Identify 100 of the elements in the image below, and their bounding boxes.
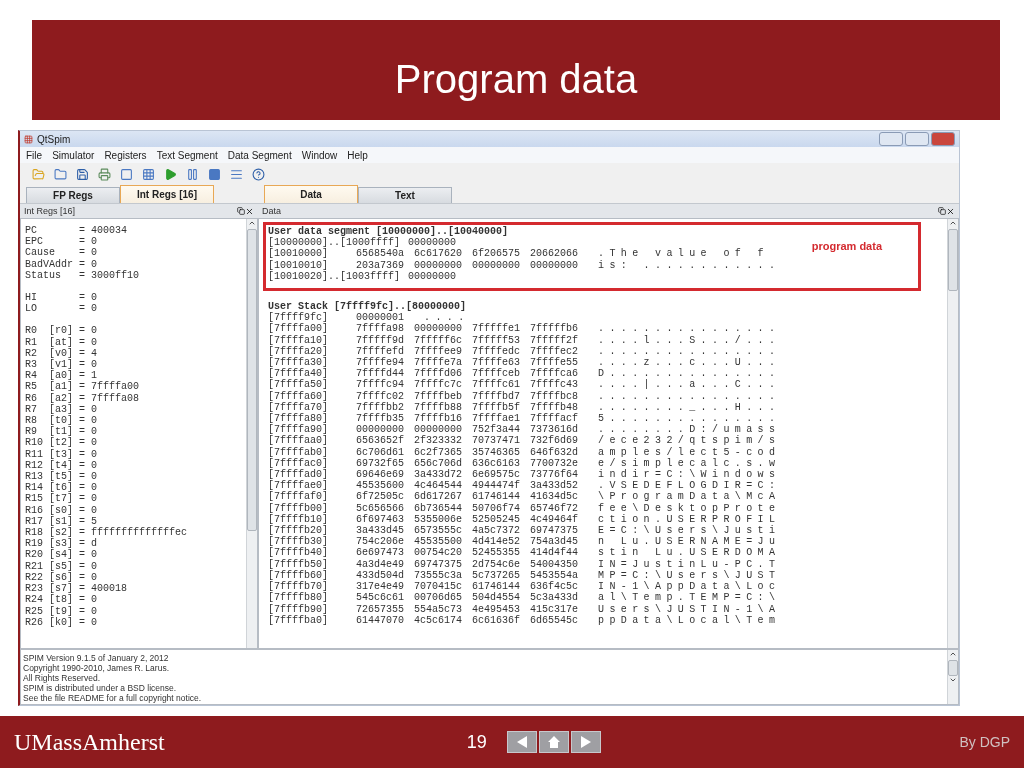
play-icon[interactable] — [164, 167, 177, 181]
memory-word: 7070415c — [414, 581, 463, 593]
memory-word: 00000000 — [414, 259, 463, 271]
memory-word: 7ffffee9 — [414, 345, 463, 357]
memory-word: 317e4e49 — [356, 581, 405, 593]
memory-word: 754a3d45 — [530, 536, 579, 548]
scrollbar[interactable] — [947, 219, 958, 648]
memory-word: 4c464544 — [414, 480, 463, 492]
memory-word: 7ffffb5f — [472, 401, 521, 413]
memory-word: 3a433d45 — [356, 525, 405, 537]
memory-word: 6c2f7365 — [414, 446, 463, 458]
register-line: R20 [s4] = 0 — [25, 549, 98, 561]
menu-item[interactable]: Data Segment — [227, 149, 292, 161]
ascii-text: stin Lu.USERDOMA — [598, 547, 781, 559]
register-line: R25 [t9] = 0 — [25, 605, 98, 617]
ascii-text: ....l...S.../... — [598, 334, 781, 346]
memory-word: 7ffffefd — [356, 345, 405, 357]
maximize-button[interactable] — [905, 132, 929, 146]
memory-word: 6d617267 — [414, 491, 463, 503]
scroll-up-icon[interactable] — [949, 219, 957, 227]
previous-button[interactable] — [506, 731, 537, 753]
memory-word: 752f3a44 — [472, 424, 521, 436]
ascii-text: al\Temp.TEMP=C:\ — [598, 592, 781, 604]
memory-word: 6c706d61 — [356, 446, 405, 458]
printer-icon[interactable] — [98, 167, 111, 181]
square-icon[interactable] — [120, 167, 133, 181]
menu-item[interactable]: File — [26, 149, 43, 161]
menu-item[interactable]: Simulator — [52, 149, 95, 161]
console-line: See the file README for a full copyright notice. — [23, 693, 203, 703]
memory-word: 6563652f — [356, 435, 405, 447]
stop-icon[interactable] — [208, 167, 221, 181]
scrollbar[interactable] — [947, 650, 958, 704]
tab[interactable]: Int Regs [16] — [120, 185, 214, 203]
memory-word: 7ffffec2 — [530, 345, 579, 357]
register-line: R2 [v0] = 4 — [25, 347, 98, 359]
open-folder-icon[interactable] — [32, 167, 45, 181]
register-line: PC = 400034 — [25, 225, 129, 237]
memory-address: [7ffffa30] — [268, 357, 329, 369]
scrollbar[interactable] — [246, 219, 257, 648]
memory-word: 7ffffb48 — [530, 401, 579, 413]
memory-address: [10010020]..[1003ffff] — [268, 270, 401, 282]
memory-word: 414d4f44 — [530, 547, 579, 559]
memory-word: 7ffffa98 — [356, 323, 405, 335]
scroll-down-icon[interactable] — [949, 676, 957, 684]
memory-word: 7ffffbd7 — [472, 390, 521, 402]
console-line: Copyright 1990-2010, James R. Larus. — [23, 663, 170, 673]
close-button[interactable] — [931, 132, 955, 146]
ascii-text: IN-1\AppData\Loc — [598, 581, 781, 593]
memory-word: 7ffffc61 — [472, 379, 521, 391]
memory-word: 00706d65 — [414, 592, 463, 604]
minimize-button[interactable] — [879, 132, 903, 146]
folder-icon[interactable] — [54, 167, 67, 181]
pause-icon[interactable] — [186, 167, 199, 181]
tab[interactable]: Data — [264, 185, 358, 203]
float-icon[interactable] — [938, 207, 946, 215]
close-icon[interactable] — [946, 206, 955, 216]
memory-word: 203a7369 — [356, 259, 405, 271]
memory-word: 61746144 — [472, 491, 521, 503]
register-line: R23 [s7] = 400018 — [25, 583, 129, 595]
register-line: R26 [k0] = 0 — [25, 616, 98, 628]
float-icon[interactable] — [237, 207, 245, 215]
memory-word: 7ffffb35 — [356, 413, 405, 425]
menu-item[interactable]: Registers — [104, 149, 147, 161]
tab[interactable]: FP Regs — [26, 187, 120, 203]
slide-title: Program data — [394, 57, 638, 102]
scroll-thumb[interactable] — [948, 229, 958, 291]
memory-word: 7ffffd44 — [356, 368, 405, 380]
memory-word: 6e697473 — [356, 547, 405, 559]
memory-word: 545c6c61 — [356, 592, 405, 604]
next-button[interactable] — [570, 731, 601, 753]
tab[interactable]: Text — [358, 187, 452, 203]
memory-word: 7fffff6c — [414, 334, 463, 346]
ascii-text: IN=JustinLu-PC.T — [598, 558, 781, 570]
close-icon[interactable] — [245, 206, 254, 216]
memory-word: 45535600 — [356, 480, 405, 492]
register-line: R22 [s6] = 0 — [25, 571, 98, 584]
memory-word: 7ffffe55 — [530, 357, 579, 369]
memory-word: 6f697463 — [356, 513, 405, 525]
memory-word: 73776f64 — [530, 469, 579, 481]
save-icon[interactable] — [76, 167, 89, 181]
help-icon[interactable] — [252, 167, 265, 181]
list-icon[interactable] — [230, 167, 243, 181]
memory-address: [7ffffa20] — [268, 345, 329, 357]
scroll-up-icon[interactable] — [949, 650, 957, 658]
register-line: R0 [r0] = 0 — [25, 325, 98, 337]
scroll-up-icon[interactable] — [248, 219, 256, 227]
scroll-thumb[interactable] — [948, 660, 958, 676]
ascii-text: .... — [424, 312, 470, 324]
memory-word: 20662066 — [530, 248, 579, 260]
home-button[interactable] — [538, 731, 569, 753]
memory-address: [7ffffb10] — [268, 513, 329, 525]
menu-item[interactable]: Window — [301, 149, 338, 161]
menu-item[interactable]: Help — [347, 149, 368, 161]
grid-icon[interactable] — [142, 167, 155, 181]
register-line: R1 [at] = 0 — [25, 336, 98, 348]
menu-item[interactable]: Text Segment — [156, 149, 218, 161]
memory-word: 45535500 — [414, 536, 463, 548]
register-line: R18 [s2] = ffffffffffffffec — [25, 527, 189, 539]
memory-word: 6d65545c — [530, 614, 579, 626]
scroll-thumb[interactable] — [247, 229, 257, 531]
